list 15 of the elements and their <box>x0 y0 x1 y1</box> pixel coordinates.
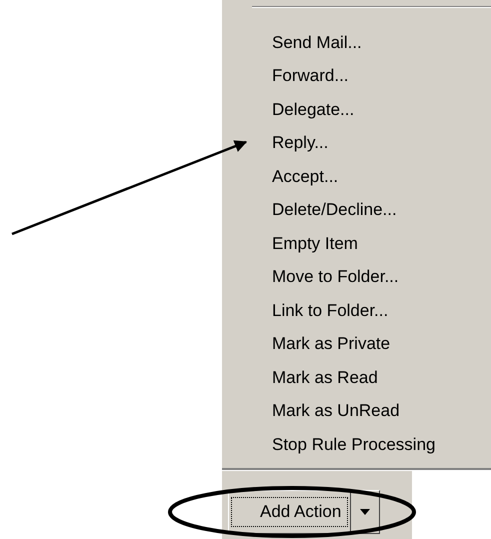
menu-item[interactable]: Delegate... <box>272 100 354 120</box>
menu-item[interactable]: Mark as UnRead <box>272 401 400 422</box>
menu-item[interactable]: Delete/Decline... <box>272 200 397 220</box>
menu-item[interactable]: Link to Folder... <box>272 300 388 321</box>
menu-item[interactable]: Stop Rule Processing <box>272 434 436 455</box>
menu-item[interactable]: Move to Folder... <box>272 267 399 288</box>
menu-item[interactable]: Empty Item <box>272 234 358 254</box>
menu-item[interactable]: Send Mail... <box>272 32 362 53</box>
menu-item[interactable]: Forward... <box>272 66 349 86</box>
menu-item[interactable]: Mark as Read <box>272 368 378 388</box>
caret-icon[interactable] <box>359 508 372 516</box>
menu-item[interactable]: Reply... <box>272 133 328 154</box>
menu-item[interactable]: Mark as Private <box>272 334 390 354</box>
menu-item[interactable]: Accept... <box>272 166 338 187</box>
add-action-button[interactable]: Add Action <box>228 490 380 534</box>
